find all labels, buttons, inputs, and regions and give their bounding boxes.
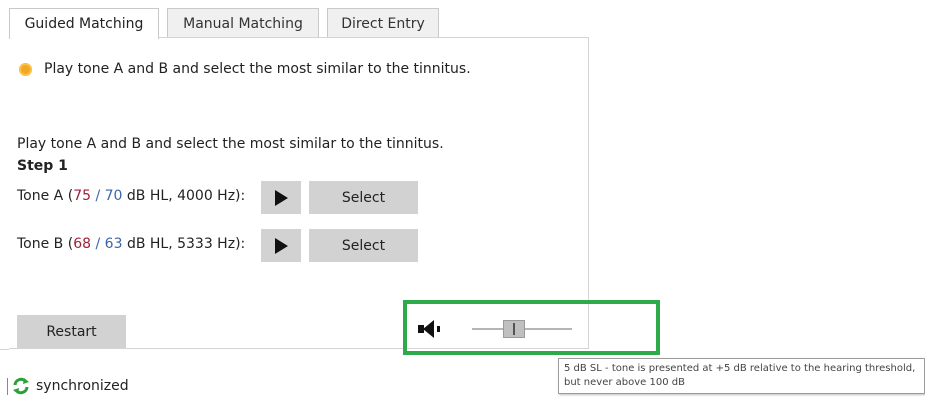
select-tone-a-button[interactable]: Select (309, 181, 418, 214)
speaker-wave-icon (437, 326, 440, 332)
tone-b-name: Tone B (17, 236, 64, 252)
sync-icon (13, 377, 29, 395)
tooltip-line-2: but never above 100 dB (564, 377, 685, 388)
tone-b-label: Tone B (68 / 63 dB HL, 5333 Hz): (17, 236, 246, 252)
tab-guided-matching[interactable]: Guided Matching (9, 8, 159, 39)
restart-button[interactable]: Restart (17, 315, 126, 348)
tone-a-level-left: 70 (104, 188, 123, 204)
status-text: synchronized (36, 378, 129, 394)
tab-manual-matching[interactable]: Manual Matching (167, 8, 319, 38)
tone-b-level-right: 68 (73, 236, 92, 252)
panel-divider (0, 349, 9, 350)
volume-slider-thumb[interactable] (503, 320, 525, 338)
instruction-banner: Play tone A and B and select the most si… (44, 61, 471, 77)
play-icon (274, 189, 288, 206)
tab-label: Guided Matching (24, 16, 144, 32)
play-tone-b-button[interactable] (261, 229, 301, 262)
tone-a-name: Tone A (17, 188, 64, 204)
tone-b-units: dB HL, 5333 Hz (126, 236, 236, 252)
play-icon (274, 237, 288, 254)
select-tone-b-label: Select (341, 237, 386, 254)
tone-a-level-right: 75 (73, 188, 92, 204)
tone-a-units: dB HL, 4000 Hz (126, 188, 236, 204)
tab-direct-entry[interactable]: Direct Entry (327, 8, 439, 38)
speaker-cone-icon (423, 320, 434, 338)
instruction-text: Play tone A and B and select the most si… (17, 136, 444, 152)
tone-b-separator: / (95, 236, 101, 252)
play-tone-a-button[interactable] (261, 181, 301, 214)
tone-a-label: Tone A (75 / 70 dB HL, 4000 Hz): (17, 188, 246, 204)
tab-label: Direct Entry (341, 15, 425, 32)
tab-label: Manual Matching (183, 15, 303, 32)
info-icon (19, 63, 32, 76)
volume-tooltip: 5 dB SL - tone is presented at +5 dB rel… (558, 358, 925, 394)
status-separator (7, 378, 8, 395)
tooltip-line-1: 5 dB SL - tone is presented at +5 dB rel… (564, 363, 916, 374)
select-tone-b-button[interactable]: Select (309, 229, 418, 262)
tone-a-separator: / (95, 188, 101, 204)
tone-b-level-left: 63 (104, 236, 123, 252)
restart-label: Restart (46, 323, 97, 340)
step-label: Step 1 (17, 158, 68, 174)
select-tone-a-label: Select (341, 189, 386, 206)
